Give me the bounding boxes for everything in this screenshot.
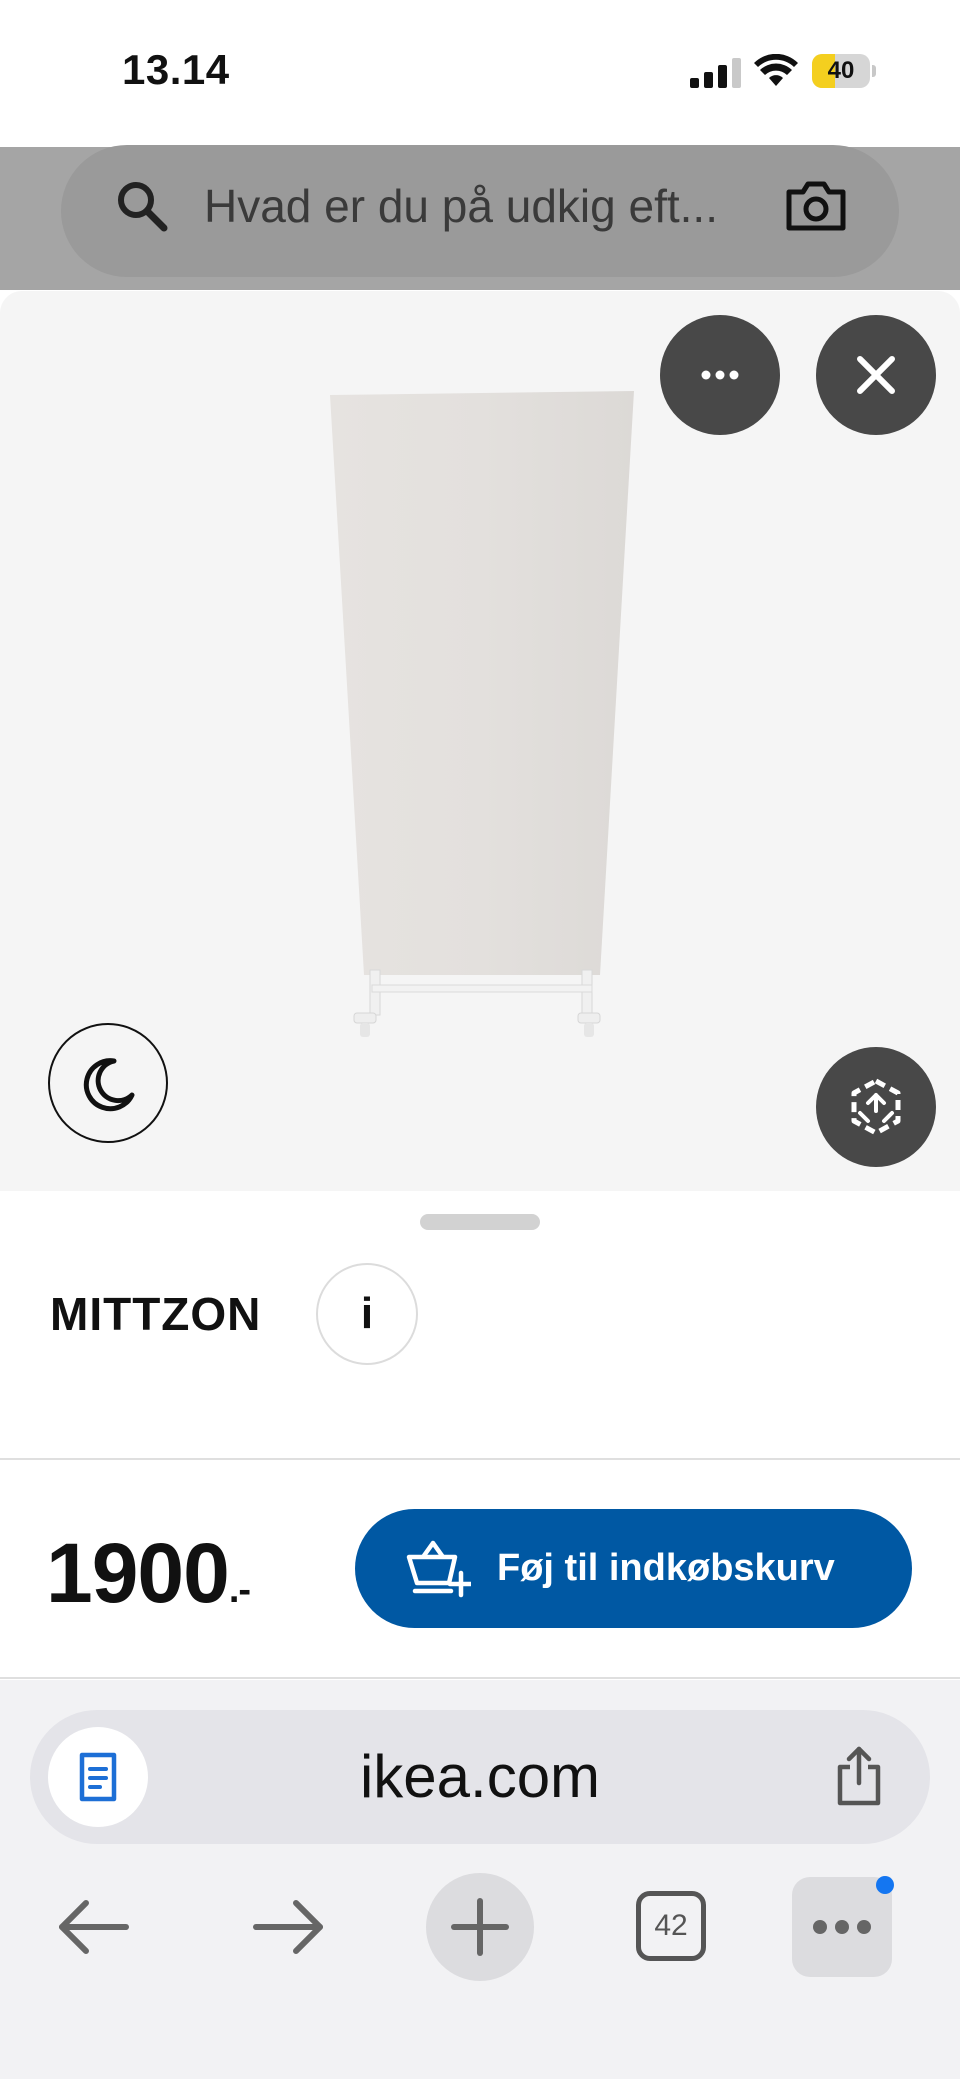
- divider: [0, 1677, 960, 1679]
- reader-icon: [79, 1752, 117, 1802]
- add-to-cart-button[interactable]: Føj til indkøbskurv: [355, 1509, 912, 1628]
- search-input[interactable]: Hvad er du på udkig eft...: [204, 175, 774, 237]
- plus-icon: [451, 1898, 509, 1956]
- share-icon[interactable]: [834, 1745, 884, 1807]
- price-value: 1900: [46, 1526, 230, 1620]
- more-options-button[interactable]: [660, 315, 780, 435]
- cart-add-icon: [406, 1540, 471, 1598]
- battery-indicator: 40: [812, 54, 876, 88]
- url-display[interactable]: ikea.com: [260, 1735, 700, 1819]
- cellular-signal-icon: [690, 58, 741, 88]
- sheet-drag-handle[interactable]: [420, 1214, 540, 1230]
- arrow-right-icon[interactable]: [250, 1897, 326, 1957]
- status-time: 13.14: [122, 46, 230, 93]
- add-to-cart-label: Føj til indkøbskurv: [497, 1547, 835, 1589]
- camera-icon[interactable]: [785, 180, 847, 232]
- close-icon: [857, 356, 895, 394]
- notification-dot: [876, 1876, 894, 1894]
- tabs-button[interactable]: 42: [636, 1891, 706, 1961]
- ar-cube-icon: [851, 1078, 901, 1136]
- arrow-left-icon[interactable]: [56, 1897, 132, 1957]
- price-suffix: .-: [228, 1569, 251, 1611]
- browser-menu-button[interactable]: [792, 1877, 892, 1977]
- search-icon: [118, 182, 168, 232]
- dark-mode-toggle[interactable]: [48, 1023, 168, 1143]
- product-image: [330, 391, 634, 1037]
- close-button[interactable]: [816, 315, 936, 435]
- reader-button[interactable]: [48, 1727, 148, 1827]
- product-info-button[interactable]: i: [316, 1263, 418, 1365]
- moon-icon: [83, 1058, 135, 1112]
- product-price: 1900.-: [46, 1525, 251, 1638]
- more-dots-icon: [701, 370, 739, 380]
- product-name: MITTZON: [50, 1288, 262, 1340]
- new-tab-button[interactable]: [426, 1873, 534, 1981]
- wifi-icon: [754, 54, 798, 86]
- ellipsis-icon: [813, 1920, 871, 1934]
- view-in-room-button[interactable]: [816, 1047, 936, 1167]
- battery-level: 40: [827, 57, 855, 84]
- divider: [0, 1458, 960, 1460]
